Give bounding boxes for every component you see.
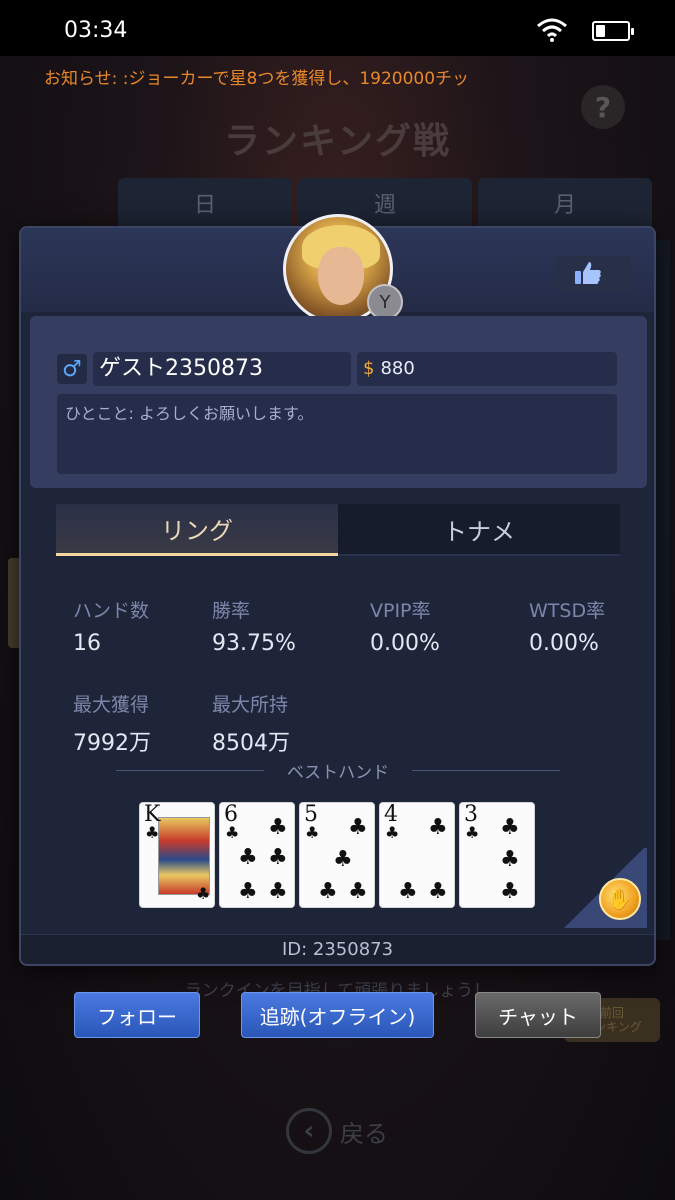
club-icon: ♣ [238, 879, 258, 904]
stat-value: 0.00% [370, 631, 440, 656]
medal-icon[interactable]: ✋ [599, 878, 641, 920]
stat-label: VPIP率 [370, 600, 431, 622]
page-title: ランキング戦 [224, 121, 451, 162]
club-icon: ♣ [333, 847, 353, 872]
playing-card: 5 ♣ ♣ ♣ ♣ ♣ [299, 802, 375, 908]
stat-value: 93.75% [212, 631, 296, 656]
playing-card: 3 ♣ ♣ ♣ ♣ [459, 802, 535, 908]
tab-month[interactable]: 月 [478, 178, 652, 228]
club-icon: ♣ [305, 823, 320, 842]
club-icon: ♣ [196, 884, 211, 903]
club-icon: ♣ [500, 879, 520, 904]
playing-card: K ♣ ♣ [139, 802, 215, 908]
tab-day[interactable]: 日 [118, 178, 292, 228]
stat-value: 7992万 [73, 731, 151, 756]
club-icon: ♣ [268, 815, 288, 840]
club-icon: ♣ [268, 879, 288, 904]
stat-max-won: 最大獲得 7992万 [73, 690, 151, 757]
follow-button[interactable]: フォロー [74, 992, 200, 1038]
chat-button[interactable]: チャット [475, 992, 601, 1038]
club-icon: ♣ [500, 847, 520, 872]
tab-tournament[interactable]: トナメ [338, 504, 620, 556]
club-icon: ♣ [348, 879, 368, 904]
club-icon: ♣ [428, 815, 448, 840]
club-icon: ♣ [385, 823, 400, 842]
stat-label: 最大所持 [212, 694, 289, 716]
bio-text: ひとこと: よろしくお願いします。 [57, 394, 617, 474]
stat-max-held: 最大所持 8504万 [212, 690, 290, 757]
club-icon: ♣ [238, 845, 258, 870]
tab-ring[interactable]: リング [56, 504, 338, 556]
back-button[interactable]: ‹ 戻る [286, 1108, 388, 1154]
stat-wtsd: WTSD率 0.00% [529, 596, 605, 656]
avatar-face [318, 247, 364, 305]
player-name: ゲスト2350873 [93, 352, 351, 386]
best-hand-cards: K ♣ ♣ 6 ♣ ♣ ♣ ♣ ♣ ♣ 5 ♣ ♣ ♣ ♣ ♣ 4 ♣ ♣ ♣ … [139, 802, 539, 910]
background-panel-edge [656, 240, 670, 940]
previous-ranking-label-1: 前回 [599, 1006, 624, 1020]
club-icon: ♣ [398, 879, 418, 904]
club-icon: ♣ [465, 823, 480, 842]
like-button[interactable] [555, 256, 631, 290]
stat-win-rate: 勝率 93.75% [212, 596, 296, 656]
club-icon: ♣ [348, 815, 368, 840]
battery-icon [592, 21, 634, 41]
playing-card: 4 ♣ ♣ ♣ ♣ [379, 802, 455, 908]
notice-ticker: お知らせ: :ジョーカーで星8つを獲得し、1920000チッ [44, 69, 470, 89]
rank-badge-icon: Y [367, 284, 403, 320]
club-icon: ♣ [225, 823, 240, 842]
playing-card: 6 ♣ ♣ ♣ ♣ ♣ ♣ [219, 802, 295, 908]
stat-value: 16 [73, 631, 101, 656]
coin-amount: 880 [380, 358, 415, 379]
user-id: ID: 2350873 [21, 934, 654, 964]
status-time: 03:34 [64, 18, 128, 43]
stat-value: 0.00% [529, 631, 599, 656]
back-label: 戻る [340, 1119, 388, 1148]
club-icon: ♣ [145, 823, 160, 842]
best-hand-label: ベストハンド [286, 763, 390, 783]
stat-label: 最大獲得 [73, 694, 150, 716]
status-bar: 03:34 [0, 0, 675, 56]
game-mode-tabs: リング トナメ [56, 504, 620, 556]
club-icon: ♣ [428, 879, 448, 904]
stat-hands: ハンド数 16 [73, 596, 149, 656]
divider [116, 770, 264, 771]
male-icon: ♂ [57, 354, 87, 384]
dollar-icon: $ [363, 358, 375, 379]
best-hand-heading: ベストハンド [116, 758, 560, 783]
chevron-left-icon: ‹ [286, 1108, 332, 1154]
divider [412, 770, 560, 771]
thumbs-up-icon [575, 262, 601, 284]
stat-value: 8504万 [212, 731, 290, 756]
battery-level [596, 25, 605, 37]
wifi-icon [537, 18, 567, 42]
stat-label: 勝率 [212, 600, 251, 622]
stat-label: WTSD率 [529, 600, 606, 622]
coin-balance: $880 [357, 352, 617, 386]
club-icon: ♣ [268, 845, 288, 870]
stat-vpip: VPIP率 0.00% [370, 596, 440, 656]
track-button[interactable]: 追跡(オフライン) [241, 992, 434, 1038]
stat-label: ハンド数 [73, 600, 150, 622]
club-icon: ♣ [318, 879, 338, 904]
profile-modal: Y ♂ ゲスト2350873 $880 ひとこと: よろしくお願いします。 リン… [19, 214, 656, 966]
club-icon: ♣ [500, 815, 520, 840]
profile-info: ♂ ゲスト2350873 $880 ひとこと: よろしくお願いします。 [30, 316, 647, 488]
